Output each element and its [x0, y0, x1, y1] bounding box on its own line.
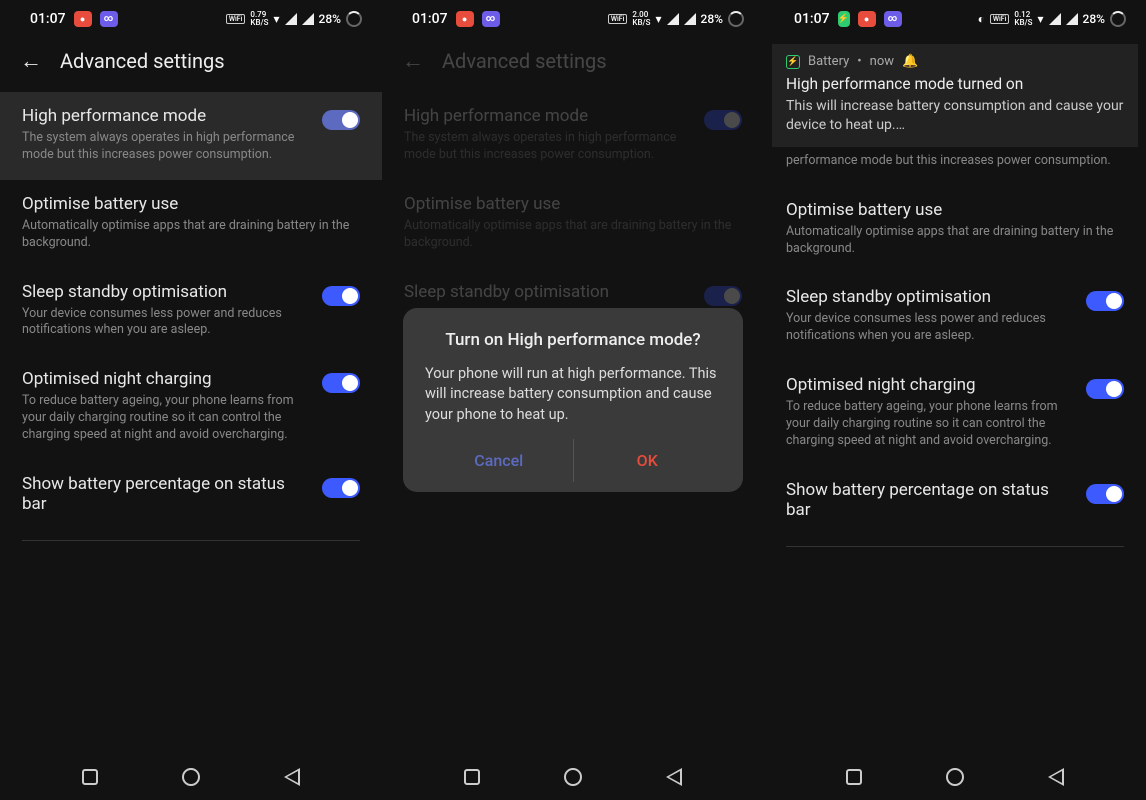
- setting-subtitle: To reduce battery ageing, your phone lea…: [786, 399, 1074, 450]
- rec-icon: ●: [74, 11, 92, 27]
- signal-icon-2: [1066, 13, 1078, 25]
- signal-icon-1: [1049, 13, 1061, 25]
- loading-spinner-icon: [346, 11, 362, 27]
- setting-show-battery-pct[interactable]: Show battery percentage on status bar: [764, 466, 1146, 540]
- setting-title: High performance mode: [22, 106, 310, 126]
- header: ← Advanced settings: [0, 38, 382, 92]
- ok-button[interactable]: OK: [574, 439, 722, 482]
- setting-show-battery-pct[interactable]: Show battery percentage on status bar: [0, 460, 382, 534]
- nav-home-icon[interactable]: [946, 768, 964, 786]
- back-arrow-icon[interactable]: ←: [20, 48, 42, 74]
- screen-3: 01:07 ⚡ ● ∞ ◐ WiFi 0.12KB/S ▾ 28% ⚡ Batt…: [764, 0, 1146, 800]
- notification[interactable]: ⚡ Battery • now 🔔 High performance mode …: [772, 44, 1138, 147]
- nav-back-icon[interactable]: [284, 768, 300, 786]
- nav-bar: [0, 754, 382, 800]
- clock: 01:07: [30, 11, 66, 27]
- battery-icon: ⚡: [838, 11, 850, 27]
- battery-pct: 28%: [1083, 12, 1105, 26]
- notif-app: Battery: [808, 54, 849, 69]
- setting-subtitle: Automatically optimise apps that are dra…: [22, 218, 360, 252]
- cancel-button[interactable]: Cancel: [425, 439, 574, 482]
- bell-icon: 🔔: [902, 54, 918, 69]
- setting-sleep-standby[interactable]: Sleep standby optimisation Your device c…: [764, 273, 1146, 361]
- clock: 01:07: [794, 11, 830, 27]
- showpct-toggle[interactable]: [1086, 484, 1124, 504]
- dialog-body: Your phone will run at high performance.…: [425, 364, 721, 425]
- notif-sep: •: [857, 54, 861, 69]
- wifi-band-icon: WiFi: [226, 14, 246, 24]
- notif-time: now: [870, 54, 894, 69]
- nav-back-icon[interactable]: [1048, 768, 1064, 786]
- nav-recent-icon[interactable]: [846, 769, 862, 785]
- page-title: Advanced settings: [60, 49, 225, 73]
- setting-title: Optimised night charging: [22, 369, 310, 389]
- speed-icon: ◐: [978, 12, 985, 26]
- sleep-toggle[interactable]: [322, 286, 360, 306]
- setting-optimise-battery[interactable]: Optimise battery use Automatically optim…: [0, 180, 382, 268]
- wifi-icon: ▾: [1037, 12, 1043, 26]
- setting-subtitle: Automatically optimise apps that are dra…: [786, 224, 1124, 258]
- setting-high-performance-partial[interactable]: performance mode but this increases powe…: [764, 147, 1146, 186]
- link-icon: ∞: [884, 11, 902, 27]
- notif-body: This will increase battery consumption a…: [786, 97, 1124, 135]
- nav-bar: [764, 754, 1146, 800]
- night-toggle[interactable]: [1086, 379, 1124, 399]
- notif-title: High performance mode turned on: [786, 75, 1124, 93]
- night-toggle[interactable]: [322, 373, 360, 393]
- net-speed: 0.12KB/S: [1014, 11, 1032, 27]
- divider: [22, 540, 360, 541]
- status-bar: 01:07 ● ∞ WiFi 0.79KB/S ▾ 28%: [0, 0, 382, 38]
- setting-title: Optimise battery use: [22, 194, 360, 214]
- setting-title: Sleep standby optimisation: [22, 282, 310, 302]
- nav-home-icon[interactable]: [182, 768, 200, 786]
- setting-subtitle: performance mode but this increases powe…: [786, 153, 1124, 170]
- hpm-toggle[interactable]: [322, 110, 360, 130]
- screen-1: 01:07 ● ∞ WiFi 0.79KB/S ▾ 28% ← Advanced…: [0, 0, 382, 800]
- sleep-toggle[interactable]: [1086, 291, 1124, 311]
- setting-title: Optimised night charging: [786, 375, 1074, 395]
- battery-pct: 28%: [319, 12, 341, 26]
- dialog-title: Turn on High performance mode?: [425, 330, 721, 350]
- confirm-dialog: Turn on High performance mode? Your phon…: [403, 308, 743, 492]
- dialog-overlay: Turn on High performance mode? Your phon…: [382, 0, 764, 800]
- setting-high-performance[interactable]: High performance mode The system always …: [0, 92, 382, 180]
- setting-title: Show battery percentage on status bar: [786, 480, 1074, 520]
- nav-recent-icon[interactable]: [82, 769, 98, 785]
- link-icon: ∞: [100, 11, 118, 27]
- setting-sleep-standby[interactable]: Sleep standby optimisation Your device c…: [0, 268, 382, 356]
- rec-icon: ●: [858, 11, 876, 27]
- setting-subtitle: Your device consumes less power and redu…: [786, 311, 1074, 345]
- setting-night-charging[interactable]: Optimised night charging To reduce batte…: [764, 361, 1146, 466]
- screen-2: 01:07 ● ∞ WiFi 2.00KB/S ▾ 28% ← Advanced…: [382, 0, 764, 800]
- divider: [786, 546, 1124, 547]
- battery-badge-icon: ⚡: [786, 55, 800, 69]
- loading-spinner-icon: [1110, 11, 1126, 27]
- wifi-band-icon: WiFi: [990, 14, 1010, 24]
- setting-night-charging[interactable]: Optimised night charging To reduce batte…: [0, 355, 382, 460]
- setting-subtitle: Your device consumes less power and redu…: [22, 306, 310, 340]
- setting-title: Sleep standby optimisation: [786, 287, 1074, 307]
- net-speed: 0.79KB/S: [250, 11, 268, 27]
- setting-subtitle: To reduce battery ageing, your phone lea…: [22, 393, 310, 444]
- setting-title: Show battery percentage on status bar: [22, 474, 310, 514]
- status-bar: 01:07 ⚡ ● ∞ ◐ WiFi 0.12KB/S ▾ 28%: [764, 0, 1146, 38]
- showpct-toggle[interactable]: [322, 478, 360, 498]
- setting-subtitle: The system always operates in high perfo…: [22, 130, 310, 164]
- setting-title: Optimise battery use: [786, 200, 1124, 220]
- signal-icon-1: [285, 13, 297, 25]
- signal-icon-2: [302, 13, 314, 25]
- setting-optimise-battery[interactable]: Optimise battery use Automatically optim…: [764, 186, 1146, 274]
- wifi-icon: ▾: [273, 12, 279, 26]
